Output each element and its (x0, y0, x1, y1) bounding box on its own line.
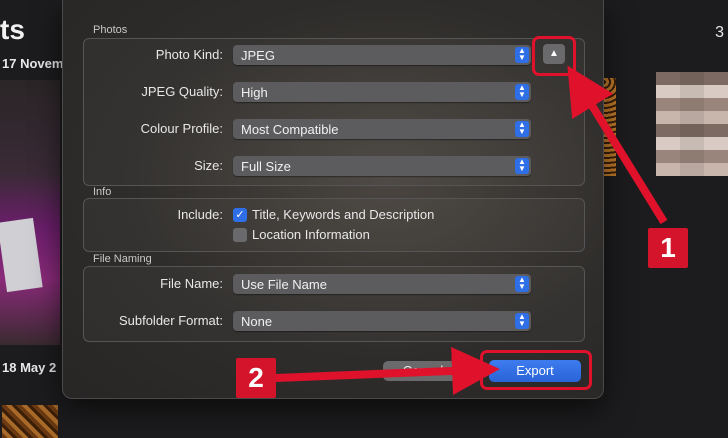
chevron-updown-icon: ▲ ▼ (515, 313, 529, 329)
checkmark-icon[interactable]: ✓ (233, 207, 247, 222)
file-name-popup[interactable]: Use File Name ▲ ▼ (233, 274, 531, 294)
cancel-button[interactable]: Cancel (383, 361, 463, 381)
file-name-label: File Name: (160, 276, 223, 291)
photo-kind-value: JPEG (241, 48, 275, 63)
location-info-label: Location Information (252, 227, 370, 242)
photo-thumbnail-left[interactable] (0, 80, 60, 345)
jpeg-quality-value: High (241, 85, 268, 100)
subfolder-format-value: None (241, 314, 273, 329)
size-value: Full Size (241, 159, 291, 174)
include-label: Include: (177, 207, 223, 222)
colour-profile-label: Colour Profile: (140, 121, 223, 136)
chevron-updown-icon: ▲ ▼ (515, 158, 529, 174)
colour-profile-popup[interactable]: Most Compatible ▲ ▼ (233, 119, 531, 139)
title-keywords-checkbox-row[interactable]: ✓ Title, Keywords and Description (233, 207, 434, 222)
photo-kind-label: Photo Kind: (155, 47, 223, 62)
empty-checkbox-icon[interactable] (233, 227, 247, 242)
photo-kind-popup[interactable]: JPEG ▲ ▼ (233, 45, 531, 65)
date-header-may: 18 May 2 (2, 360, 57, 375)
export-dialog: Photos Photo Kind: JPEG ▲ ▼ ▲ JPEG Qualit… (62, 0, 604, 399)
section-label-file-naming: File Naming (93, 253, 152, 265)
subfolder-format-popup[interactable]: None ▲ ▼ (233, 311, 531, 331)
size-popup[interactable]: Full Size ▲ ▼ (233, 156, 531, 176)
library-title: ts (0, 14, 25, 45)
highlight-export-box (480, 350, 592, 390)
size-label: Size: (194, 158, 223, 173)
colour-profile-value: Most Compatible (241, 122, 339, 137)
annotation-badge-1: 1 (648, 228, 688, 268)
location-info-checkbox-row[interactable]: Location Information (233, 227, 370, 242)
jpeg-quality-popup[interactable]: High ▲ ▼ (233, 82, 531, 102)
chevron-updown-icon: ▲ ▼ (515, 84, 529, 100)
highlight-disclosure-box (532, 36, 576, 76)
chevron-updown-icon: ▲ ▼ (515, 276, 529, 292)
item-count: 3 (715, 24, 724, 41)
section-label-photos: Photos (93, 24, 128, 36)
section-label-info: Info (93, 186, 112, 198)
photo-thumbnail-pixelated[interactable] (656, 72, 728, 176)
chevron-updown-icon: ▲ ▼ (515, 121, 529, 137)
date-header-november: 17 Novem (2, 56, 64, 71)
title-keywords-label: Title, Keywords and Description (252, 207, 435, 222)
subfolder-format-label: Subfolder Format: (118, 313, 223, 328)
thumbnail-paper-detail (0, 217, 43, 293)
chevron-updown-icon: ▲ ▼ (515, 47, 529, 63)
file-name-value: Use File Name (241, 277, 327, 292)
jpeg-quality-label: JPEG Quality: (141, 84, 223, 99)
photo-thumbnail-bottom[interactable] (2, 405, 58, 438)
annotation-badge-2: 2 (236, 358, 276, 398)
